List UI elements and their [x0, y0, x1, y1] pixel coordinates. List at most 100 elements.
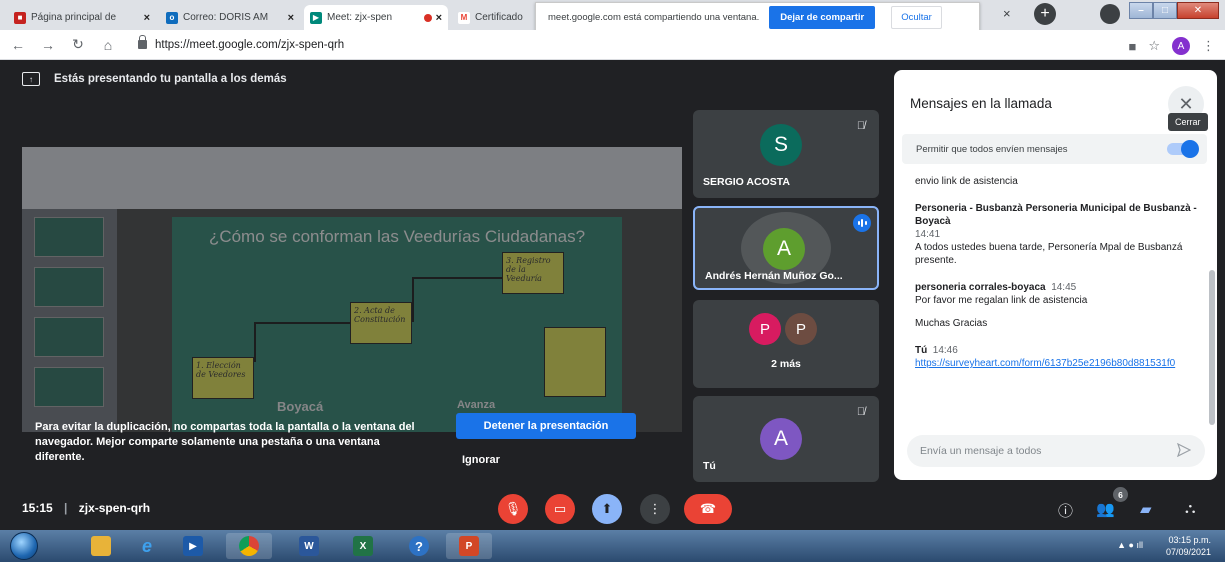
tab-close-icon[interactable]: ×	[436, 12, 442, 24]
camera-off-button[interactable]: ▭	[545, 494, 575, 524]
slide-thumbnail	[34, 317, 104, 357]
message-link[interactable]: https://surveyheart.com/form/6137b25e219…	[915, 357, 1200, 370]
tab-close-icon[interactable]: ×	[1003, 6, 1011, 21]
taskbar-powerpoint[interactable]: P	[446, 533, 492, 559]
avatar: S	[760, 124, 802, 166]
people-count-badge: 6	[1113, 487, 1128, 502]
new-tab-icon[interactable]: +	[1034, 3, 1056, 25]
taskbar-explorer[interactable]	[78, 533, 124, 559]
permit-messages-toggle[interactable]	[1167, 140, 1199, 158]
slide-thumbnail	[34, 267, 104, 307]
step-note: 3. Registro de la Veeduría	[502, 252, 564, 294]
maximize-icon[interactable]: □	[1153, 2, 1177, 19]
step-note: 1. Elección de Veedores	[192, 357, 254, 399]
lock-icon	[138, 35, 147, 49]
close-tooltip: Cerrar	[1168, 113, 1208, 131]
hide-button[interactable]: Ocultar	[891, 5, 942, 29]
leave-call-button[interactable]: ☎	[684, 494, 732, 524]
chrome-profile-icon[interactable]	[1100, 4, 1120, 24]
chat-message: Personeria - Busbanzà Personeria Municip…	[915, 202, 1200, 267]
avatar: A	[763, 228, 805, 270]
message-sender: Personeria - Busbanzà Personeria Municip…	[915, 203, 1197, 227]
step-note	[544, 327, 606, 397]
tab-close-icon[interactable]: ×	[288, 12, 294, 24]
stop-presenting-button[interactable]: Detener la presentación	[456, 413, 636, 439]
slide: ¿Cómo se conforman las Veedurías Ciudada…	[172, 217, 622, 432]
url-field[interactable]: https://meet.google.com/zjx-spen-qrh	[138, 35, 345, 51]
tab-meet[interactable]: ▶ Meet: zjx-spen ×	[304, 5, 448, 30]
presenting-banner: ↑ Estás presentando tu pantalla a los de…	[22, 72, 287, 86]
info-icon[interactable]: ⓘ	[1058, 500, 1073, 521]
window-controls: – □ ✕	[1129, 2, 1219, 19]
taskbar-chrome[interactable]	[226, 533, 272, 559]
home-icon[interactable]: ⌂	[96, 37, 120, 53]
present-screen-icon: ⬆	[601, 501, 613, 516]
taskbar-media[interactable]: ▶	[170, 533, 216, 559]
participant-name: SERGIO ACOSTA	[703, 176, 790, 188]
menu-icon[interactable]: ⋮	[1202, 38, 1215, 54]
chat-scrollbar[interactable]	[1209, 270, 1215, 425]
send-icon[interactable]	[1177, 443, 1191, 457]
forward-icon[interactable]: →	[36, 37, 60, 53]
activities-icon[interactable]: ⛬	[1185, 500, 1196, 517]
mic-off-icon: 🎙	[504, 501, 522, 516]
start-button-icon[interactable]	[10, 532, 38, 560]
close-window-icon[interactable]: ✕	[1177, 2, 1219, 19]
minimize-icon[interactable]: –	[1129, 2, 1153, 19]
outlook-icon: o	[166, 11, 178, 24]
internet-explorer-icon: e	[141, 535, 152, 556]
address-bar: ← → ↻ ⌂ https://meet.google.com/zjx-spen…	[0, 30, 1225, 60]
present-button[interactable]: ⬆	[592, 494, 622, 524]
share-message: meet.google.com está compartiendo una ve…	[548, 11, 760, 23]
tab-close-icon[interactable]: ×	[144, 12, 150, 24]
participant-tile-self[interactable]: 🎙̸ A Tú	[693, 396, 879, 482]
system-tray[interactable]: ▲ ● ıll	[1117, 540, 1143, 550]
people-icon[interactable]: 👥	[1096, 500, 1115, 518]
taskbar-help[interactable]: ?	[396, 533, 442, 559]
chat-title: Mensajes en la llamada	[910, 96, 1052, 111]
flow-line	[412, 277, 512, 322]
word-icon: W	[299, 536, 319, 556]
chat-messages: envio link de asistencia Personeria - Bu…	[915, 175, 1200, 384]
stop-sharing-button[interactable]: Dejar de compartir	[769, 5, 876, 29]
mic-off-icon: 🎙̸	[856, 406, 866, 418]
taskbar-word[interactable]: W	[286, 533, 332, 559]
back-icon[interactable]: ←	[6, 37, 30, 53]
slide-thumbnail	[34, 217, 104, 257]
tab-favicon-icon: ■	[14, 11, 26, 24]
participant-tile-more[interactable]: P P 2 más	[693, 300, 879, 388]
slide-thumbnail	[34, 367, 104, 407]
participant-name: Tú	[703, 460, 716, 472]
taskbar-ie[interactable]: e	[124, 533, 170, 559]
ignore-button[interactable]: Ignorar	[462, 454, 500, 466]
present-screen-icon: ↑	[22, 72, 40, 86]
taskbar-excel[interactable]: X	[340, 533, 386, 559]
chat-message: envio link de asistencia	[915, 176, 1018, 187]
message-sender: personeria corrales-boyaca	[915, 282, 1046, 293]
chat-icon[interactable]: ▰	[1140, 500, 1152, 518]
chat-message: Tú 14:46 https://surveyheart.com/form/61…	[915, 344, 1200, 370]
boyaca-logo: Boyacá	[277, 399, 324, 414]
windows-taskbar: e ▶ W X ? P ▲ ● ıll 03:15 p.m. 07/09/202…	[0, 530, 1225, 562]
participant-tile[interactable]: 🎙̸ S SERGIO ACOSTA	[693, 110, 879, 198]
profile-avatar[interactable]: A	[1172, 37, 1190, 55]
chrome-icon	[239, 536, 259, 556]
mic-off-button[interactable]: 🎙	[498, 494, 528, 524]
reload-icon[interactable]: ↻	[66, 36, 90, 53]
participant-name: Andrés Hernán Muñoz Go...	[705, 270, 843, 282]
bookmark-star-icon[interactable]: ☆	[1148, 38, 1160, 54]
tab-correo[interactable]: o Correo: DORIS AM ×	[160, 5, 300, 30]
permit-messages-setting: Permitir que todos envíen mensajes	[902, 134, 1207, 164]
more-options-button[interactable]: ⋮	[640, 494, 670, 524]
duplication-warning: Para evitar la duplicación, no compartas…	[35, 421, 415, 463]
tab-pagina-principal[interactable]: ■ Página principal de ×	[8, 5, 156, 30]
camera-indicator-icon[interactable]: ■	[1128, 39, 1136, 54]
avatar: P	[749, 313, 781, 345]
tab-certificado[interactable]: M Certificado	[452, 5, 532, 30]
excel-icon: X	[353, 536, 373, 556]
system-clock[interactable]: 03:15 p.m. 07/09/2021	[1166, 534, 1211, 558]
url-text: https://meet.google.com/zjx-spen-qrh	[155, 38, 345, 51]
chat-message-input[interactable]: Envía un mensaje a todos	[907, 435, 1205, 467]
participant-tile[interactable]: A Andrés Hernán Muñoz Go...	[693, 206, 879, 290]
flow-line	[254, 322, 350, 362]
